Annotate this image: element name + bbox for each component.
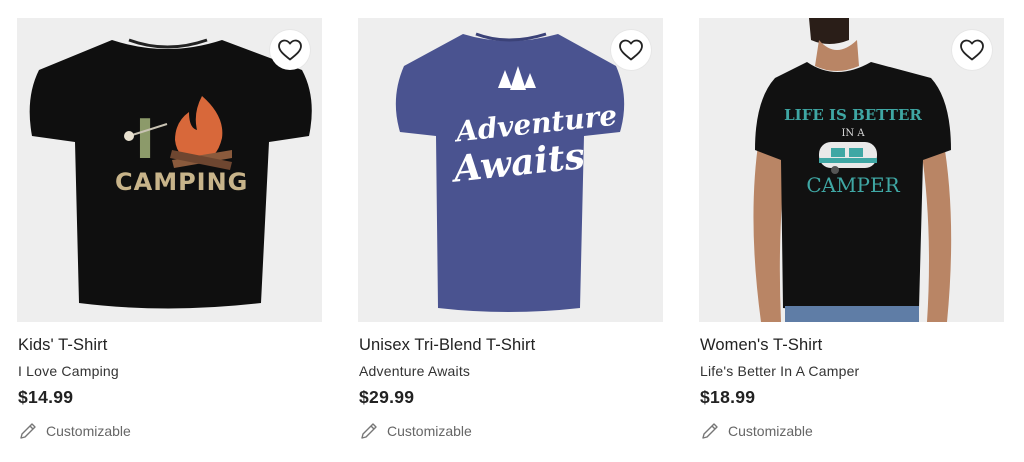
pencil-icon (361, 423, 377, 439)
product-image[interactable]: Adventure Awaits (358, 18, 663, 322)
print-line: IN A (841, 128, 865, 139)
product-title[interactable]: Women's T-Shirt (700, 336, 822, 355)
favorite-button[interactable] (952, 30, 992, 70)
customizable-link[interactable]: Customizable (18, 421, 131, 441)
heart-outline-icon (619, 39, 643, 61)
heart-outline-icon (960, 39, 984, 61)
heart-outline-icon (278, 39, 302, 61)
product-image[interactable]: I CAMPING (17, 18, 322, 322)
product-grid: I CAMPING Kids' T-Shirt I Love Camping $… (0, 0, 1024, 462)
print-line: CAMPER (806, 173, 900, 197)
product-title[interactable]: Unisex Tri-Blend T-Shirt (359, 336, 535, 355)
customizable-label: Customizable (46, 423, 131, 439)
product-title[interactable]: Kids' T-Shirt (18, 336, 107, 355)
favorite-button[interactable] (270, 30, 310, 70)
product-card[interactable]: I CAMPING Kids' T-Shirt I Love Camping $… (17, 18, 322, 458)
print-letter: I (135, 108, 155, 171)
customizable-link[interactable]: Customizable (700, 421, 813, 441)
product-price: $14.99 (18, 387, 74, 407)
print-word: CAMPING (115, 168, 248, 196)
product-image[interactable]: LIFE IS BETTER IN A CAMPER (699, 18, 1004, 322)
design-name[interactable]: Adventure Awaits (359, 363, 470, 379)
favorite-button[interactable] (611, 30, 651, 70)
product-card[interactable]: LIFE IS BETTER IN A CAMPER Women's T-Shi… (699, 18, 1004, 458)
print-line: LIFE IS BETTER (784, 106, 922, 124)
customizable-link[interactable]: Customizable (359, 421, 472, 441)
product-price: $18.99 (700, 387, 756, 407)
product-price: $29.99 (359, 387, 415, 407)
product-card[interactable]: Adventure Awaits Unisex Tri-Blend T-Shir… (358, 18, 663, 458)
customizable-label: Customizable (387, 423, 472, 439)
customizable-label: Customizable (728, 423, 813, 439)
design-name[interactable]: Life's Better In A Camper (700, 363, 859, 379)
design-name[interactable]: I Love Camping (18, 363, 119, 379)
pencil-icon (702, 423, 718, 439)
pencil-icon (20, 423, 36, 439)
